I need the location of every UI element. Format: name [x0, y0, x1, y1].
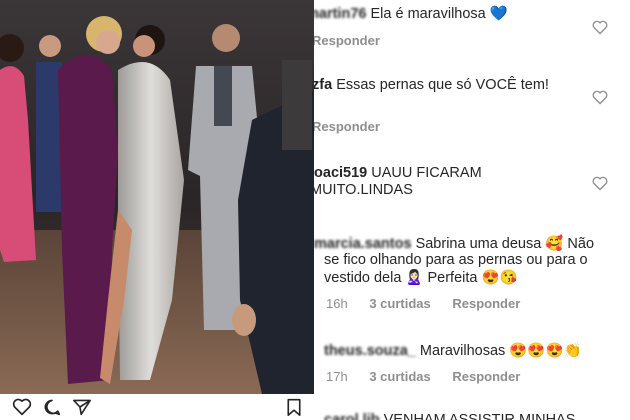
comment-time: 16h: [326, 296, 348, 311]
comment-username[interactable]: carol.lib: [324, 412, 380, 420]
comment-username[interactable]: martin76: [314, 6, 366, 22]
party-photo-illustration: [0, 0, 314, 394]
post-action-bar: [0, 394, 314, 420]
comment-text: Essas pernas que só VOCÊ tem!: [336, 77, 549, 93]
heart-outline-icon[interactable]: [12, 398, 32, 416]
comment-bubble-icon[interactable]: [42, 398, 62, 416]
comment-time: 17h: [326, 369, 348, 384]
like-comment-heart-icon[interactable]: [592, 20, 608, 35]
like-comment-heart-icon[interactable]: [592, 90, 608, 105]
comments-panel: martin76 Ela é maravilhosa 💙 Responder z…: [314, 0, 630, 420]
paper-plane-icon[interactable]: [72, 398, 92, 416]
comment-likes[interactable]: 3 curtidas: [369, 296, 430, 311]
reply-button[interactable]: Responder: [314, 33, 380, 48]
comment-username[interactable]: loaci519: [314, 165, 367, 181]
reply-button[interactable]: Responder: [314, 119, 380, 134]
comment-username[interactable]: zfa: [314, 77, 332, 93]
comment-likes[interactable]: 3 curtidas: [369, 369, 430, 384]
post-photo[interactable]: [0, 0, 314, 394]
like-comment-heart-icon[interactable]: [592, 176, 608, 191]
comment-text-line: MUITO.LINDAS: [314, 182, 413, 198]
reply-button[interactable]: Responder: [452, 296, 520, 311]
bookmark-icon[interactable]: [284, 398, 304, 416]
comment-text-line: vestido dela 🙎🏻‍♀️ Perfeita 😍😘: [324, 270, 518, 286]
comment-text: Maravilhosas 😍😍😍👏: [419, 343, 582, 359]
reply-button[interactable]: Responder: [452, 369, 520, 384]
comment-text: Ela é maravilhosa 💙: [370, 6, 508, 22]
comment-username[interactable]: theus.souza_: [324, 343, 416, 359]
comment-text: VENHAM ASSISTIR MINHAS: [383, 412, 576, 420]
comment-text: UAUU FICARAM: [371, 165, 482, 181]
